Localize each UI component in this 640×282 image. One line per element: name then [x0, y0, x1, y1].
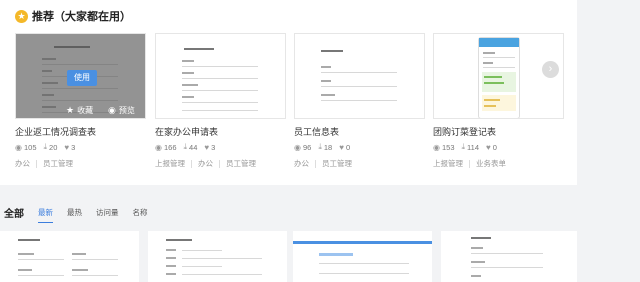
- template-card[interactable]: 使用 ★ 收藏 ◉ 预览 企业返工情况调查表 ◉ 105 ⤓ 20 ♥ 3 办公 员工…: [15, 33, 146, 169]
- card-tags: 办公 员工管理: [294, 158, 425, 169]
- card-title[interactable]: 在家办公申请表: [155, 126, 286, 138]
- tag: 上报管理: [155, 159, 185, 168]
- like-count: 3: [71, 142, 76, 152]
- template-card[interactable]: [148, 231, 287, 282]
- view-count: 105: [23, 142, 37, 152]
- like-count: 0: [492, 142, 497, 152]
- download-icon: ⤓: [43, 142, 48, 151]
- tab-latest[interactable]: 最新: [38, 207, 53, 223]
- template-card[interactable]: 团购订菜登记表 ◉ 153 ⤓ 114 ♥ 0 上报管理 业务表单: [433, 33, 564, 169]
- download-count: 44: [189, 142, 198, 152]
- form-preview: [293, 231, 432, 282]
- card-title[interactable]: 企业返工情况调查表: [15, 126, 146, 138]
- form-preview: [10, 231, 130, 282]
- tab-visits[interactable]: 访问量: [96, 207, 119, 220]
- card-stats: ◉ 96 ⤓ 18 ♥ 0: [294, 142, 425, 152]
- like-count: 3: [211, 142, 216, 152]
- mobile-form-preview: [478, 37, 520, 118]
- favorite-label: 收藏: [77, 106, 94, 115]
- eye-icon: ◉: [15, 142, 22, 152]
- card-stats: ◉ 166 ⤓ 44 ♥ 3: [155, 142, 286, 152]
- tab-name[interactable]: 名称: [133, 207, 148, 220]
- view-count: 96: [302, 142, 312, 152]
- heart-icon: ♥: [339, 142, 344, 152]
- card-title[interactable]: 员工信息表: [294, 126, 425, 138]
- card-tags: 上报管理 办公 员工管理: [155, 158, 286, 169]
- tag: 员工管理: [226, 159, 256, 168]
- card-title[interactable]: 团购订菜登记表: [433, 126, 564, 138]
- preview-button[interactable]: ◉ 预览: [108, 105, 135, 116]
- form-preview: [158, 231, 278, 282]
- tag: 办公: [15, 159, 30, 168]
- all-section-header: 全部 最新 最热 访问量 名称: [0, 205, 148, 223]
- chevron-right-icon[interactable]: ›: [542, 61, 559, 78]
- star-icon: ★: [15, 9, 28, 23]
- download-count: 20: [49, 142, 58, 152]
- template-thumbnail[interactable]: [155, 33, 286, 119]
- template-card[interactable]: 员工信息表 ◉ 96 ⤓ 18 ♥ 0 办公 员工管理: [294, 33, 425, 169]
- eye-icon: ◉: [155, 142, 162, 152]
- card-stats: ◉ 153 ⤓ 114 ♥ 0: [433, 142, 564, 152]
- recommend-title: 推荐（大家都在用）: [32, 11, 131, 23]
- star-icon: ★: [66, 105, 75, 115]
- template-thumbnail[interactable]: [294, 33, 425, 119]
- tab-hottest[interactable]: 最热: [67, 207, 82, 220]
- form-preview: [315, 40, 405, 116]
- card-tags: 办公 员工管理: [15, 158, 146, 169]
- card-tags: 上报管理 业务表单: [433, 158, 564, 169]
- tag: 办公: [294, 159, 309, 168]
- template-thumbnail[interactable]: 使用 ★ 收藏 ◉ 预览: [15, 33, 146, 119]
- download-icon: ⤓: [461, 142, 466, 151]
- download-icon: ⤓: [183, 142, 188, 151]
- heart-icon: ♥: [64, 142, 70, 152]
- template-card[interactable]: 在家办公申请表 ◉ 166 ⤓ 44 ♥ 3 上报管理 办公 员工管理: [155, 33, 286, 169]
- template-card[interactable]: [0, 231, 139, 282]
- tag: 上报管理: [433, 159, 463, 168]
- download-icon: ⤓: [318, 142, 322, 151]
- recommend-panel: ★ 推荐（大家都在用） 使用 ★ 收藏 ◉ 预览 企业返工情况调查表 ◉ 105…: [0, 0, 577, 185]
- tag: 员工管理: [322, 159, 352, 168]
- card-stats: ◉ 105 ⤓ 20 ♥ 3: [15, 142, 146, 152]
- form-preview: [461, 231, 561, 282]
- download-count: 114: [467, 142, 480, 152]
- heart-icon: ♥: [486, 142, 491, 152]
- use-template-button[interactable]: 使用: [67, 70, 97, 86]
- all-section-title: 全部: [4, 209, 24, 220]
- tag: 办公: [198, 159, 213, 168]
- favorite-button[interactable]: ★ 收藏: [66, 105, 93, 116]
- heart-icon: ♥: [204, 142, 210, 152]
- preview-label: 预览: [118, 106, 135, 115]
- form-preview: [176, 40, 266, 116]
- eye-icon: ◉: [433, 142, 440, 152]
- eye-icon: ◉: [108, 105, 116, 115]
- eye-icon: ◉: [294, 142, 301, 152]
- view-count: 166: [163, 142, 177, 152]
- template-card[interactable]: [293, 231, 432, 282]
- tag: 业务表单: [476, 159, 506, 168]
- recommend-header: ★ 推荐（大家都在用）: [15, 8, 131, 24]
- download-count: 18: [323, 142, 333, 152]
- template-card[interactable]: [441, 231, 577, 282]
- like-count: 0: [345, 142, 351, 152]
- view-count: 153: [441, 142, 455, 152]
- tag: 员工管理: [43, 159, 73, 168]
